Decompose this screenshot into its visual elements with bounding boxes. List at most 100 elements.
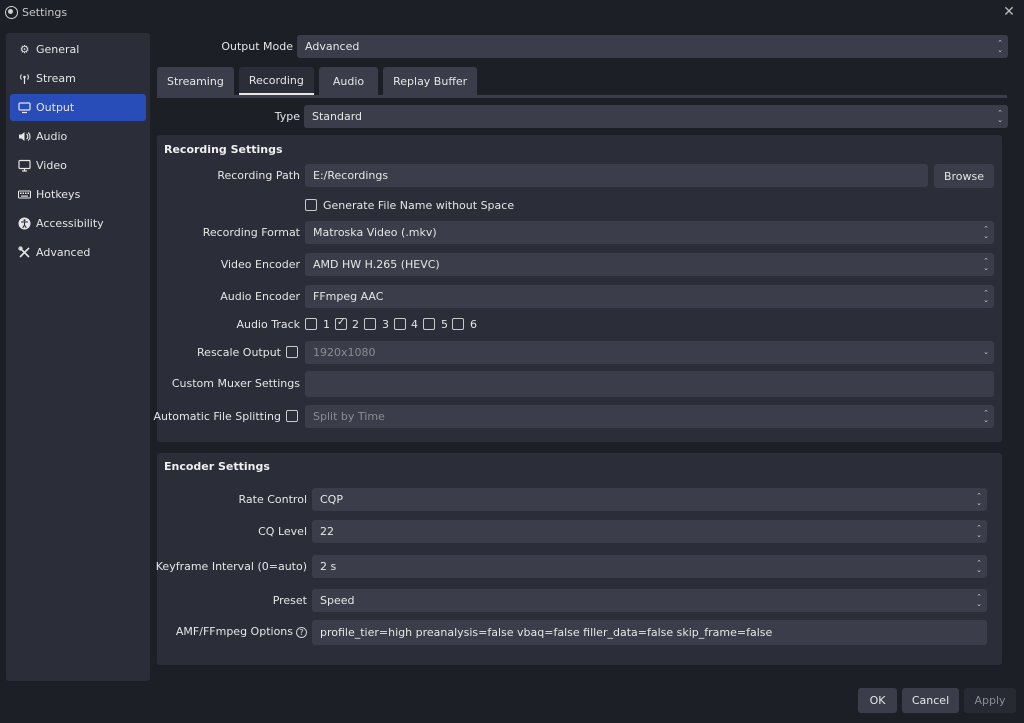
keyboard-icon <box>18 188 31 201</box>
spinbox-arrows-icon[interactable]: ⌃ ⌄ <box>974 523 984 540</box>
recording-format-label: Recording Format <box>202 226 300 239</box>
chevron-down-icon: ⌄ <box>983 348 989 356</box>
antenna-icon <box>18 72 31 85</box>
tab-divider <box>157 95 1007 98</box>
audio-track-checkbox[interactable] <box>394 318 406 330</box>
audio-track-number: 2 <box>352 318 359 331</box>
rescale-output-label: Rescale Output <box>197 346 281 359</box>
gear-icon: ⚙ <box>19 43 30 56</box>
sidebar-item-label: Accessibility <box>36 217 104 230</box>
keyframe-interval-label: Keyframe Interval (0=auto) <box>155 560 307 573</box>
video-encoder-select[interactable]: AMD HW H.265 (HEVC) ⌃ ⌄ <box>305 253 994 276</box>
audio-encoder-label: Audio Encoder <box>220 290 300 303</box>
updown-arrows-icon: ⌃ ⌄ <box>997 108 1003 124</box>
audio-encoder-select[interactable]: FFmpeg AAC ⌃ ⌄ <box>305 285 994 308</box>
browse-button[interactable]: Browse <box>934 164 994 188</box>
updown-arrows-icon: ⌃ ⌄ <box>983 224 989 240</box>
tab-recording[interactable]: Recording <box>238 67 314 95</box>
updown-arrows-icon: ⌃ ⌄ <box>983 408 989 424</box>
audio-track-checkbox[interactable] <box>452 318 464 330</box>
sidebar-item-label: Output <box>36 101 75 114</box>
sidebar-item-label: Hotkeys <box>36 188 81 201</box>
preset-select[interactable]: Speed ⌃ ⌄ <box>312 589 987 612</box>
ok-button[interactable]: OK <box>858 688 897 713</box>
spinbox-arrows-icon[interactable]: ⌃ ⌄ <box>974 558 984 575</box>
recording-path-value: E:/Recordings <box>313 169 389 182</box>
sidebar-item-hotkeys[interactable]: Hotkeys <box>10 181 146 208</box>
sidebar-item-audio[interactable]: Audio <box>10 123 146 150</box>
cancel-button[interactable]: Cancel <box>902 688 959 713</box>
output-mode-value: Advanced <box>305 40 360 53</box>
amf-options-label: AMF/FFmpeg Options <box>175 625 293 638</box>
accessibility-icon <box>18 217 31 230</box>
generate-filename-label: Generate File Name without Space <box>323 199 515 212</box>
type-label: Type <box>274 110 300 123</box>
custom-muxer-label: Custom Muxer Settings <box>171 377 300 390</box>
rate-control-label: Rate Control <box>238 493 307 506</box>
sidebar-item-label: Advanced <box>36 246 91 259</box>
recording-path-input[interactable]: E:/Recordings <box>305 164 928 187</box>
updown-arrows-icon: ⌃ ⌄ <box>983 288 989 304</box>
window-title: Settings <box>22 5 68 19</box>
close-icon[interactable]: ✕ <box>1000 3 1018 21</box>
sidebar-item-stream[interactable]: Stream <box>10 65 146 92</box>
apply-button[interactable]: Apply <box>964 688 1016 713</box>
updown-arrows-icon: ⌃ ⌄ <box>983 256 989 272</box>
sidebar-item-label: Stream <box>36 72 76 85</box>
type-value: Standard <box>312 110 363 123</box>
audio-track-checkbox[interactable] <box>335 317 347 330</box>
audio-track-checkbox[interactable] <box>305 318 317 330</box>
title-bar: Settings ✕ <box>0 0 1024 24</box>
updown-arrows-icon: ⌃ ⌄ <box>997 38 1003 54</box>
sidebar-item-label: General <box>36 43 80 56</box>
updown-arrows-icon: ⌃ ⌄ <box>976 592 982 608</box>
preset-label: Preset <box>272 594 307 607</box>
generate-filename-checkbox[interactable] <box>305 199 317 211</box>
sidebar-item-advanced[interactable]: Advanced <box>10 239 146 266</box>
keyframe-interval-spinbox[interactable]: 2 s ⌃ ⌄ <box>312 555 987 578</box>
recording-format-select[interactable]: Matroska Video (.mkv) ⌃ ⌄ <box>305 221 994 244</box>
type-select[interactable]: Standard ⌃ ⌄ <box>304 105 1008 128</box>
sidebar-item-label: Video <box>36 159 67 172</box>
audio-track-number: 6 <box>470 318 477 331</box>
encoder-settings-title: Encoder Settings <box>164 460 270 473</box>
cq-level-label: CQ Level <box>258 525 307 538</box>
sidebar-item-accessibility[interactable]: Accessibility <box>10 210 146 237</box>
rescale-resolution-select[interactable]: 1920x1080 ⌄ <box>305 341 994 364</box>
cq-level-value: 22 <box>320 525 334 538</box>
preset-value: Speed <box>320 594 355 607</box>
rescale-output-checkbox[interactable] <box>286 346 298 358</box>
sidebar-item-output[interactable]: Output <box>10 94 146 121</box>
amf-options-label-group: AMF/FFmpeg Options? <box>176 625 307 638</box>
audio-encoder-value: FFmpeg AAC <box>313 290 384 303</box>
rate-control-value: CQP <box>320 493 343 506</box>
obs-logo-icon <box>5 5 18 19</box>
updown-arrows-icon: ⌃ ⌄ <box>976 491 982 507</box>
audio-track-checkbox[interactable] <box>423 318 435 330</box>
cq-level-spinbox[interactable]: 22 ⌃ ⌄ <box>312 520 987 543</box>
auto-split-checkbox[interactable] <box>286 410 298 422</box>
audio-track-number: 1 <box>323 318 330 331</box>
video-encoder-value: AMD HW H.265 (HEVC) <box>313 258 440 271</box>
display-icon <box>18 159 31 172</box>
split-mode-value: Split by Time <box>313 410 385 423</box>
sidebar-item-video[interactable]: Video <box>10 152 146 179</box>
tab-replay-buffer[interactable]: Replay Buffer <box>383 67 478 95</box>
amf-options-input[interactable]: profile_tier=high preanalysis=false vbaq… <box>312 620 987 645</box>
audio-track-number: 5 <box>441 318 448 331</box>
recording-path-label: Recording Path <box>217 169 300 182</box>
rate-control-select[interactable]: CQP ⌃ ⌄ <box>312 488 987 511</box>
output-mode-select[interactable]: Advanced ⌃ ⌄ <box>297 35 1008 58</box>
help-icon[interactable]: ? <box>296 626 307 638</box>
audio-track-checkbox[interactable] <box>364 318 376 330</box>
custom-muxer-input[interactable] <box>305 371 994 397</box>
recording-settings-title: Recording Settings <box>164 143 283 156</box>
video-encoder-label: Video Encoder <box>220 258 300 271</box>
audio-track-number: 3 <box>382 318 389 331</box>
auto-split-label: Automatic File Splitting <box>153 410 281 423</box>
split-mode-select[interactable]: Split by Time ⌃ ⌄ <box>305 405 994 428</box>
sidebar-item-general[interactable]: ⚙ General <box>10 36 146 63</box>
tab-streaming[interactable]: Streaming <box>157 67 234 95</box>
output-tabs: Streaming Recording Audio Replay Buffer <box>157 67 482 95</box>
tab-audio[interactable]: Audio <box>318 67 379 95</box>
